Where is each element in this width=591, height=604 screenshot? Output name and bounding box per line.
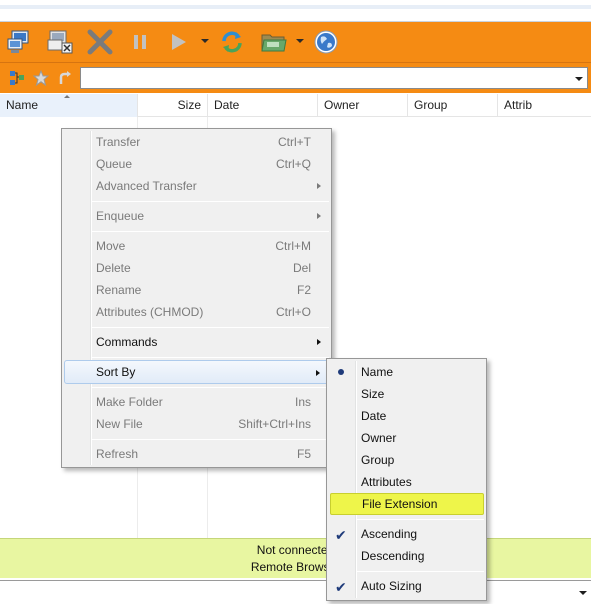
toolbar bbox=[0, 22, 591, 63]
connection-status: Not connected bbox=[256, 543, 335, 557]
play-dropdown-icon[interactable] bbox=[201, 39, 209, 43]
folder-icon[interactable] bbox=[258, 27, 290, 57]
bottom-combobox[interactable] bbox=[0, 580, 591, 604]
submenu-arrow-icon bbox=[317, 339, 321, 345]
menu-item-advanced-transfer[interactable]: Advanced Transfer bbox=[64, 175, 329, 197]
column-size[interactable]: Size bbox=[138, 94, 208, 117]
column-group[interactable]: Group bbox=[408, 94, 498, 117]
menu-separator bbox=[92, 231, 329, 232]
column-owner[interactable]: Owner bbox=[318, 94, 408, 117]
checkmark-icon: ✔ bbox=[335, 579, 347, 595]
menu-separator bbox=[92, 327, 329, 328]
context-menu: Transfer Ctrl+T Queue Ctrl+Q Advanced Tr… bbox=[61, 128, 332, 468]
sort-option-group[interactable]: Group bbox=[329, 449, 484, 471]
menu-item-new-file[interactable]: New File Shift+Ctrl+Ins bbox=[64, 413, 329, 435]
abort-icon[interactable] bbox=[84, 27, 116, 57]
menu-separator bbox=[92, 357, 329, 358]
pause-icon[interactable] bbox=[124, 27, 156, 57]
sort-option-name[interactable]: Name bbox=[329, 361, 484, 383]
file-list-header: Name Size Date Owner Group Attrib bbox=[0, 94, 591, 117]
column-date[interactable]: Date bbox=[208, 94, 318, 117]
submenu-arrow-icon bbox=[316, 370, 320, 376]
sort-option-attributes[interactable]: Attributes bbox=[329, 471, 484, 493]
menu-item-rename[interactable]: Rename F2 bbox=[64, 279, 329, 301]
menu-separator bbox=[357, 519, 484, 520]
menu-item-move[interactable]: Move Ctrl+M bbox=[64, 235, 329, 257]
status-panel: Not connected Remote Browser bbox=[0, 538, 591, 578]
menu-item-commands[interactable]: Commands bbox=[64, 331, 329, 353]
refresh-icon[interactable] bbox=[216, 27, 248, 57]
menu-separator bbox=[92, 201, 329, 202]
play-icon[interactable] bbox=[162, 27, 194, 57]
sort-by-submenu: Name Size Date Owner Group Attributes Fi… bbox=[326, 358, 487, 601]
folder-dropdown-icon[interactable] bbox=[296, 39, 304, 43]
menu-item-delete[interactable]: Delete Del bbox=[64, 257, 329, 279]
menu-item-sort-by[interactable]: Sort By bbox=[64, 360, 329, 384]
radio-selected-icon bbox=[338, 369, 344, 375]
sort-option-ascending[interactable]: ✔ Ascending bbox=[329, 523, 484, 545]
browser-label: Remote Browser bbox=[250, 560, 341, 574]
sort-option-auto-sizing[interactable]: ✔ Auto Sizing bbox=[329, 575, 484, 597]
sort-option-descending[interactable]: Descending bbox=[329, 545, 484, 567]
submenu-arrow-icon bbox=[317, 213, 321, 219]
favorites-star-icon[interactable] bbox=[32, 69, 50, 87]
menu-separator bbox=[92, 439, 329, 440]
menu-item-make-folder[interactable]: Make Folder Ins bbox=[64, 391, 329, 413]
go-up-icon[interactable] bbox=[56, 69, 74, 87]
menu-separator bbox=[357, 571, 484, 572]
column-name[interactable]: Name bbox=[0, 94, 138, 117]
sort-option-owner[interactable]: Owner bbox=[329, 427, 484, 449]
sitemap-icon[interactable] bbox=[8, 69, 26, 87]
menu-item-queue[interactable]: Queue Ctrl+Q bbox=[64, 153, 329, 175]
window-top-strip bbox=[0, 0, 591, 22]
disconnect-icon[interactable] bbox=[44, 27, 76, 57]
submenu-arrow-icon bbox=[317, 183, 321, 189]
globe-icon[interactable] bbox=[310, 27, 342, 57]
sort-option-file-extension[interactable]: File Extension bbox=[330, 493, 484, 515]
address-bar bbox=[0, 63, 591, 93]
sort-ascending-icon bbox=[64, 95, 70, 98]
menu-separator bbox=[92, 387, 329, 388]
checkmark-icon: ✔ bbox=[335, 527, 347, 543]
connect-icon[interactable] bbox=[4, 27, 36, 57]
menu-item-transfer[interactable]: Transfer Ctrl+T bbox=[64, 131, 329, 153]
bottom-dropdown-icon[interactable] bbox=[579, 591, 587, 595]
menu-item-attributes-chmod[interactable]: Attributes (CHMOD) Ctrl+O bbox=[64, 301, 329, 323]
path-combobox[interactable] bbox=[80, 67, 588, 89]
menu-item-refresh[interactable]: Refresh F5 bbox=[64, 443, 329, 465]
menu-item-enqueue[interactable]: Enqueue bbox=[64, 205, 329, 227]
sort-option-size[interactable]: Size bbox=[329, 383, 484, 405]
path-dropdown-icon[interactable] bbox=[575, 77, 583, 81]
column-attrib[interactable]: Attrib bbox=[498, 94, 591, 117]
sort-option-date[interactable]: Date bbox=[329, 405, 484, 427]
